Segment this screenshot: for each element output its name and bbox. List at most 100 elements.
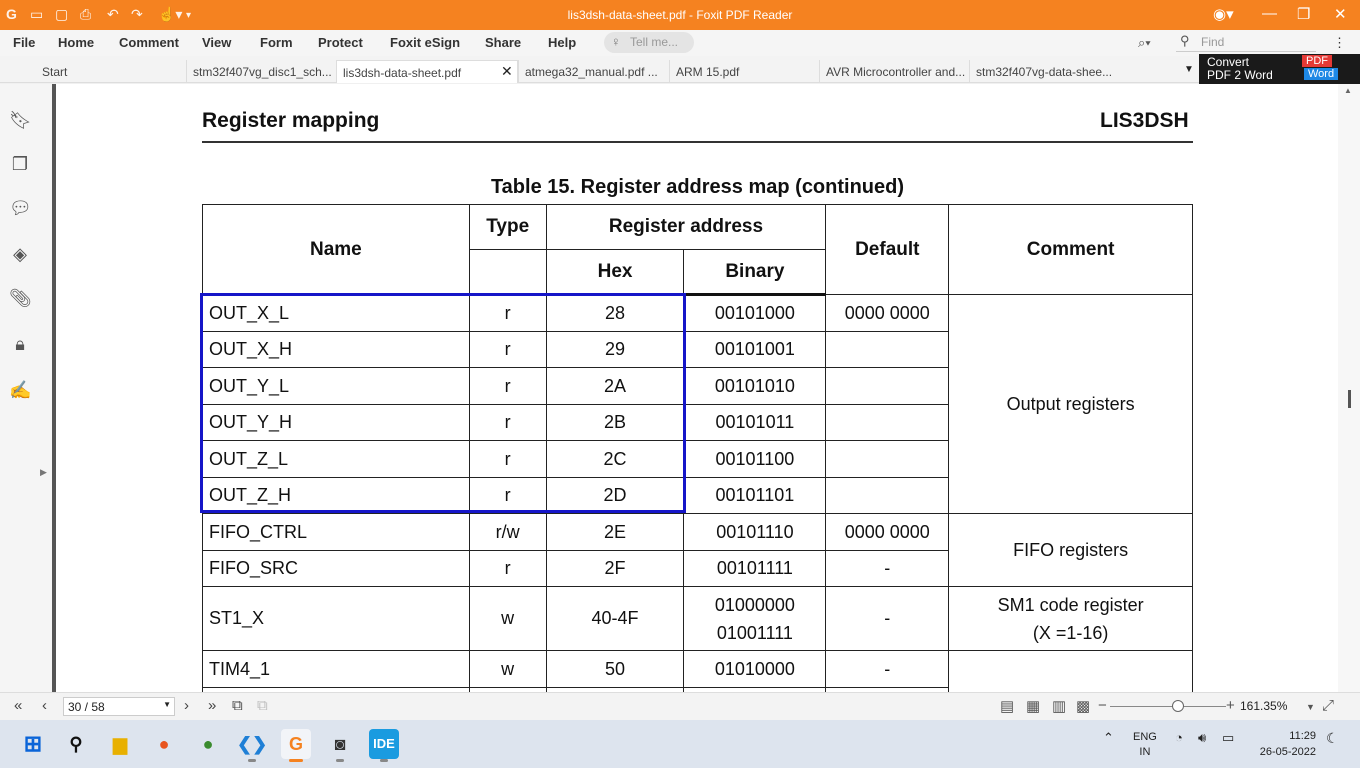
table-row: OUT_X_L r 28 00101000 0000 0000 Output r… — [202, 294, 1193, 514]
scroll-thumb[interactable] — [1348, 390, 1351, 408]
security-lock-icon[interactable]: 🔒︎ — [9, 334, 31, 356]
continuous-view-icon[interactable]: ▦ — [1026, 697, 1040, 715]
comment-sm1-line1: SM1 code register — [997, 594, 1144, 615]
zoom-slider-knob[interactable] — [1172, 700, 1184, 712]
ad-badge-word: Word — [1304, 68, 1339, 80]
cell-default: - — [825, 650, 950, 688]
zoom-dropdown-icon[interactable]: ▼ — [1306, 702, 1315, 712]
clock[interactable]: 11:29 26-05-2022 — [1254, 728, 1316, 760]
tab-arm15[interactable]: ARM 15.pdf — [669, 60, 819, 83]
file-explorer-icon[interactable]: ▆ — [105, 729, 135, 759]
cell-default: - — [825, 550, 950, 587]
facing-view-icon[interactable]: ▥ — [1052, 697, 1066, 715]
cell-binary: 00101101 — [683, 477, 827, 514]
menu-file[interactable]: File — [13, 35, 35, 50]
account-icon[interactable]: ◉▾ — [1213, 5, 1234, 23]
menu-comment[interactable]: Comment — [119, 35, 179, 50]
minimize-button[interactable]: — — [1262, 5, 1277, 22]
cell-type: r — [468, 477, 547, 514]
show-hidden-icons-icon[interactable]: ⌃ — [1103, 730, 1114, 746]
zoom-slider[interactable] — [1110, 706, 1226, 707]
menu-home[interactable]: Home — [58, 35, 94, 50]
language-indicator[interactable]: ENG IN — [1133, 730, 1157, 760]
zoom-in-icon[interactable]: + — [1226, 697, 1235, 714]
cell-name: OUT_X_L — [202, 294, 470, 332]
zoom-out-icon[interactable]: − — [1098, 697, 1107, 714]
register-address-table: Name Type Register address Default Comme… — [202, 204, 1193, 725]
signature-icon[interactable]: ✍ — [9, 380, 31, 402]
header-binary: Binary — [683, 249, 827, 296]
vertical-scrollbar[interactable]: ▲ — [1338, 84, 1360, 692]
language-code: ENG — [1133, 731, 1157, 743]
cell-name: OUT_Y_H — [202, 404, 470, 441]
firefox-icon[interactable]: ● — [149, 729, 179, 759]
ad-line2: PDF 2 Word — [1207, 68, 1273, 82]
menu-form[interactable]: Form — [260, 35, 293, 50]
tab-stm32-schematic[interactable]: stm32f407vg_disc1_sch... — [186, 60, 335, 83]
vscode-icon[interactable]: ❮❯ — [237, 729, 267, 762]
notification-icon[interactable]: ☾ — [1326, 730, 1339, 747]
zoom-level[interactable]: 161.35% — [1240, 699, 1287, 713]
attachments-icon[interactable]: 📎︎ — [9, 288, 32, 310]
layers-icon[interactable]: ◈ — [9, 244, 31, 266]
tab-list-dropdown-icon[interactable]: ▼ — [1184, 64, 1194, 75]
page-dropdown-icon[interactable]: ▼ — [163, 700, 171, 709]
previous-page-icon[interactable]: ‹ — [42, 697, 47, 714]
camera-icon[interactable]: ◙ — [325, 729, 355, 762]
cell-binary: 00101001 — [683, 331, 827, 368]
windows-start-icon[interactable]: ⊞ — [18, 729, 48, 759]
previous-view-icon[interactable]: ⧉ — [232, 697, 243, 714]
maximize-button[interactable]: ❐ — [1297, 5, 1310, 23]
menu-view[interactable]: View — [202, 35, 231, 50]
comments-icon[interactable]: 💬︎ — [9, 198, 32, 220]
tab-start[interactable]: Start — [36, 60, 186, 83]
header-default: Default — [825, 204, 950, 295]
expand-panel-icon[interactable]: ▶ — [40, 467, 47, 478]
region-code: IN — [1139, 746, 1151, 758]
menu-foxit-esign[interactable]: Foxit eSign — [390, 35, 460, 50]
cell-type: r — [468, 550, 547, 587]
stm32-ide-icon[interactable]: IDE — [369, 729, 399, 762]
scroll-up-icon[interactable]: ▲ — [1344, 86, 1352, 95]
close-button[interactable]: ✕ — [1334, 5, 1347, 23]
search-icon: ⚲ — [1180, 33, 1190, 48]
next-view-icon[interactable]: ⧉ — [257, 697, 268, 714]
bookmark-icon[interactable]: 🔖︎ — [9, 110, 32, 132]
continuous-facing-view-icon[interactable]: ▩ — [1076, 697, 1090, 715]
ad-badge-pdf: PDF — [1302, 55, 1332, 67]
tab-stm32-datasheet[interactable]: stm32f407vg-data-shee... — [969, 60, 1119, 83]
tab-lis3dsh-datasheet[interactable]: lis3dsh-data-sheet.pdf — [336, 60, 518, 83]
single-page-view-icon[interactable]: ▤ — [1000, 697, 1014, 715]
menu-help[interactable]: Help — [548, 35, 576, 50]
wifi-icon[interactable]: ◔ — [1175, 730, 1183, 745]
tab-avr-microcontroller[interactable]: AVR Microcontroller and... — [819, 60, 969, 83]
cell-type: r/w — [468, 513, 547, 551]
tell-me-input[interactable]: ♀ Tell me... — [604, 32, 694, 53]
comment-sm1-line2: (X =1-16) — [1032, 622, 1109, 643]
close-tab-icon[interactable]: ✕ — [501, 63, 513, 80]
ide-label: IDE — [373, 736, 395, 751]
document-tab-bar: Start stm32f407vg_disc1_sch... lis3dsh-d… — [0, 56, 1360, 83]
last-page-icon[interactable]: » — [208, 697, 216, 714]
app-icon[interactable]: ● — [193, 729, 223, 759]
comment-output-registers: Output registers — [948, 294, 1193, 514]
battery-icon[interactable]: ▭ — [1222, 730, 1234, 746]
more-options-icon[interactable]: ⋮ — [1333, 35, 1346, 51]
search-icon[interactable]: ⚲ — [61, 729, 91, 759]
tab-atmega32-manual[interactable]: atmega32_manual.pdf ... — [518, 60, 664, 83]
convert-pdf-ad[interactable]: ▼ Convert PDF 2 Word PDF Word — [1184, 54, 1360, 84]
first-page-icon[interactable]: « — [14, 697, 22, 714]
table-row: FIFO_CTRL r/w 2E 00101110 0000 0000 FIFO… — [202, 513, 1193, 587]
find-input[interactable]: ⚲ Find — [1176, 32, 1316, 52]
header-type-empty — [468, 249, 547, 296]
page-number-input[interactable]: 30 / 58 ▼ — [63, 697, 175, 716]
volume-icon[interactable]: 🔊︎ — [1198, 730, 1206, 746]
menu-protect[interactable]: Protect — [318, 35, 363, 50]
search-options-icon[interactable]: ⌕▾ — [1138, 35, 1151, 51]
next-page-icon[interactable]: › — [184, 697, 189, 714]
pages-icon[interactable]: ❐ — [9, 154, 31, 176]
menu-share[interactable]: Share — [485, 35, 521, 50]
foxit-reader-taskbar-icon[interactable]: G — [281, 729, 311, 762]
fit-page-icon[interactable]: ⤢ — [1322, 697, 1334, 714]
tell-me-placeholder: Tell me... — [630, 35, 679, 49]
